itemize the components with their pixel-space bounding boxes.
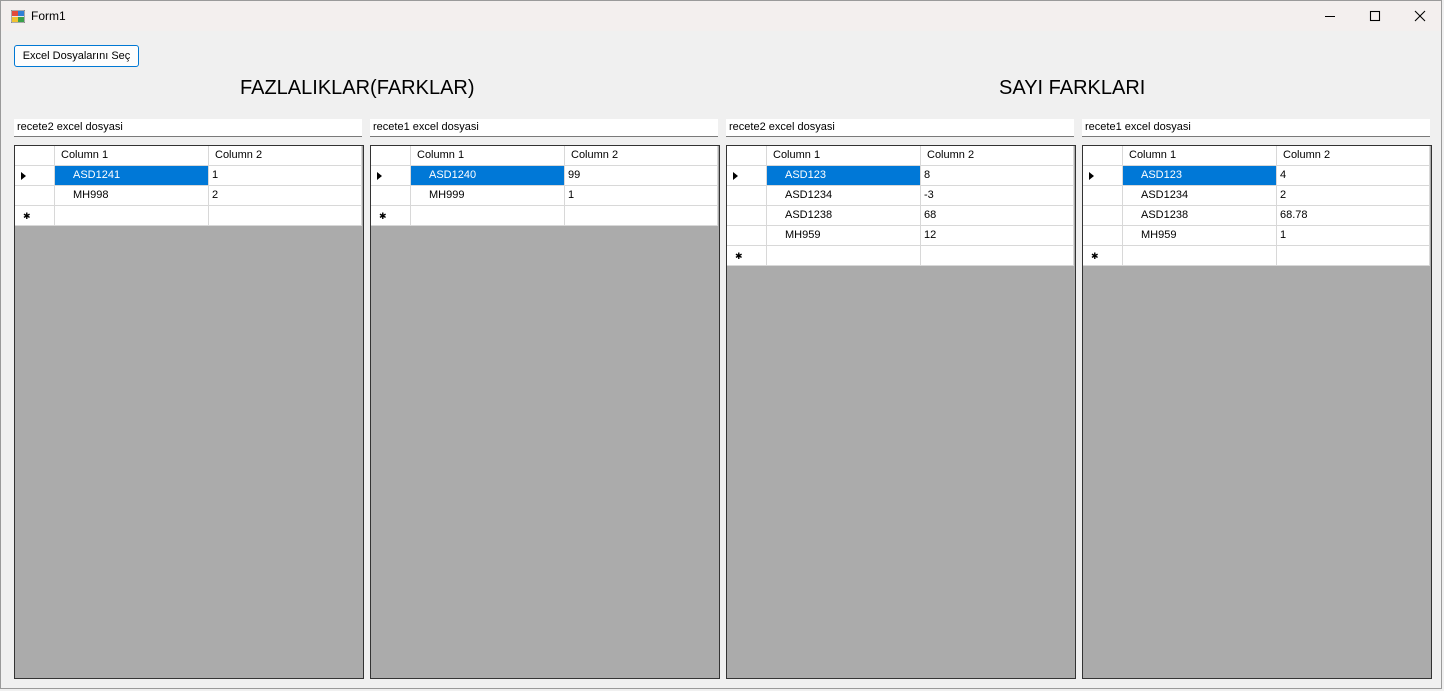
select-excel-files-button[interactable]: Excel Dosyalarını Seç <box>14 45 139 67</box>
cell-column-1[interactable]: ASD123 <box>767 166 921 186</box>
column-header-2[interactable]: Column 2 <box>209 146 362 166</box>
row-header[interactable] <box>727 226 767 246</box>
row-header[interactable] <box>15 186 55 206</box>
new-row-cell-1[interactable] <box>411 206 565 226</box>
new-row-cell-1[interactable] <box>767 246 921 266</box>
minimize-icon <box>1325 16 1335 17</box>
row-header[interactable] <box>727 206 767 226</box>
row-header[interactable] <box>1083 206 1123 226</box>
cell-column-2[interactable]: 68 <box>921 206 1074 226</box>
column-header-1[interactable]: Column 1 <box>55 146 209 166</box>
new-row-cell-2[interactable] <box>209 206 362 226</box>
window-title: Form1 <box>31 9 66 23</box>
cell-column-2[interactable]: 8 <box>921 166 1074 186</box>
current-row-arrow-icon <box>733 172 738 180</box>
new-row-asterisk-icon: ✱ <box>1091 251 1099 261</box>
row-header[interactable] <box>1083 226 1123 246</box>
cell-column-2[interactable]: 4 <box>1277 166 1430 186</box>
row-header[interactable] <box>371 186 411 206</box>
new-row-asterisk-icon: ✱ <box>23 211 31 221</box>
column-header-2[interactable]: Column 2 <box>1277 146 1430 166</box>
cell-column-1[interactable]: ASD1234 <box>767 186 921 206</box>
cell-column-1[interactable]: MH998 <box>55 186 209 206</box>
row-header[interactable] <box>727 166 767 186</box>
column-header-1[interactable]: Column 1 <box>1123 146 1277 166</box>
close-button[interactable] <box>1397 1 1443 31</box>
row-header[interactable] <box>727 186 767 206</box>
panel-2-label[interactable]: recete1 excel dosyasi <box>370 119 718 137</box>
new-row-cell-2[interactable] <box>921 246 1074 266</box>
cell-column-2[interactable]: 12 <box>921 226 1074 246</box>
cell-column-2[interactable]: 68.78 <box>1277 206 1430 226</box>
current-row-arrow-icon <box>21 172 26 180</box>
row-header[interactable] <box>371 166 411 186</box>
new-row-header[interactable]: ✱ <box>371 206 411 226</box>
maximize-button[interactable] <box>1352 1 1398 31</box>
cell-column-2[interactable]: 1 <box>1277 226 1430 246</box>
heading-differences: FAZLALIKLAR(FARKLAR) <box>240 77 475 99</box>
current-row-arrow-icon <box>1089 172 1094 180</box>
corner-header[interactable] <box>371 146 411 166</box>
new-row-cell-2[interactable] <box>565 206 718 226</box>
cell-column-2[interactable]: 1 <box>209 166 362 186</box>
corner-header[interactable] <box>727 146 767 166</box>
new-row-header[interactable]: ✱ <box>15 206 55 226</box>
new-row-asterisk-icon: ✱ <box>379 211 387 221</box>
panel-1-datagrid[interactable]: Column 1 Column 2 ASD1241 1 MH998 2 ✱ <box>14 145 364 679</box>
row-header[interactable] <box>1083 166 1123 186</box>
cell-column-1[interactable]: ASD1238 <box>767 206 921 226</box>
cell-column-2[interactable]: 99 <box>565 166 718 186</box>
cell-column-1[interactable]: ASD1234 <box>1123 186 1277 206</box>
cell-column-1[interactable]: ASD1241 <box>55 166 209 186</box>
corner-header[interactable] <box>1083 146 1123 166</box>
cell-column-1[interactable]: MH999 <box>411 186 565 206</box>
new-row-cell-1[interactable] <box>55 206 209 226</box>
current-row-arrow-icon <box>377 172 382 180</box>
panel-4-datagrid[interactable]: Column 1 Column 2 ASD123 4 ASD1234 2 ASD1238 68… <box>1082 145 1432 679</box>
column-header-1[interactable]: Column 1 <box>767 146 921 166</box>
row-header[interactable] <box>15 166 55 186</box>
app-icon <box>11 10 25 23</box>
panel-4-label[interactable]: recete1 excel dosyasi <box>1082 119 1430 137</box>
column-header-2[interactable]: Column 2 <box>921 146 1074 166</box>
title-bar[interactable]: Form1 <box>1 1 1441 31</box>
column-header-2[interactable]: Column 2 <box>565 146 718 166</box>
new-row-asterisk-icon: ✱ <box>735 251 743 261</box>
column-header-1[interactable]: Column 1 <box>411 146 565 166</box>
cell-column-2[interactable]: 2 <box>209 186 362 206</box>
maximize-icon <box>1369 10 1381 22</box>
new-row-header[interactable]: ✱ <box>727 246 767 266</box>
cell-column-1[interactable]: MH959 <box>1123 226 1277 246</box>
new-row-cell-2[interactable] <box>1277 246 1430 266</box>
new-row-header[interactable]: ✱ <box>1083 246 1123 266</box>
cell-column-1[interactable]: ASD1240 <box>411 166 565 186</box>
close-icon <box>1414 10 1426 22</box>
cell-column-2[interactable]: 1 <box>565 186 718 206</box>
cell-column-1[interactable]: MH959 <box>767 226 921 246</box>
cell-column-2[interactable]: -3 <box>921 186 1074 206</box>
minimize-button[interactable] <box>1307 1 1353 31</box>
form1-window: Form1 Excel Dosyalarını Seç FAZLALIKLAR(… <box>0 0 1442 689</box>
heading-number-differences: SAYI FARKLARI <box>999 77 1146 99</box>
row-header[interactable] <box>1083 186 1123 206</box>
panel-3-label[interactable]: recete2 excel dosyasi <box>726 119 1074 137</box>
panel-1-label[interactable]: recete2 excel dosyasi <box>14 119 362 137</box>
new-row-cell-1[interactable] <box>1123 246 1277 266</box>
cell-column-2[interactable]: 2 <box>1277 186 1430 206</box>
panel-2-datagrid[interactable]: Column 1 Column 2 ASD1240 99 MH999 1 ✱ <box>370 145 720 679</box>
panel-3-datagrid[interactable]: Column 1 Column 2 ASD123 8 ASD1234 -3 ASD1238 6… <box>726 145 1076 679</box>
cell-column-1[interactable]: ASD123 <box>1123 166 1277 186</box>
cell-column-1[interactable]: ASD1238 <box>1123 206 1277 226</box>
corner-header[interactable] <box>15 146 55 166</box>
